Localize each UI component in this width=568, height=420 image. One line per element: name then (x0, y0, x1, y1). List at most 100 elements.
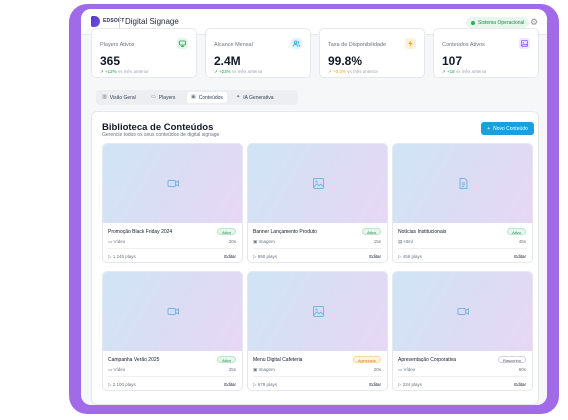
logo-text: EDSOFT (103, 18, 125, 24)
gear-icon[interactable]: ⚙ (529, 17, 539, 27)
edit-button[interactable]: Editar (224, 254, 236, 259)
tab-overview[interactable]: ▥ Visão Geral (98, 92, 140, 103)
content-type: ▭ Vídeo (108, 367, 126, 372)
status-badge: Rascunho (497, 356, 526, 363)
image-icon (313, 306, 324, 317)
tab-contents[interactable]: ▣ Conteúdos (187, 92, 227, 103)
stat-label: Taxa de Disponibilidade (328, 42, 387, 48)
tab-label: Conteúdos (198, 94, 223, 101)
stat-value: 2.4M (214, 54, 241, 68)
header-divider (119, 16, 120, 28)
divider (108, 248, 237, 249)
stat-change: ↗ +23% vs mês anterior (214, 69, 263, 74)
bolt-icon (405, 38, 416, 49)
image-icon: ▣ (191, 94, 196, 100)
new-content-label: Novo Conteúdo (493, 125, 528, 132)
content-title: Promoção Black Friday 2024 (108, 229, 173, 235)
status-badge: Ativo (507, 228, 526, 235)
stat-card-reach: Alcance Mensal 2.4M ↗ +23% vs mês anteri… (205, 28, 311, 78)
monitor-icon (177, 38, 188, 49)
monitor-icon: ▭ (151, 94, 156, 100)
app-window: EDSOFT Digital Signage Sistema Operacion… (81, 9, 547, 405)
content-thumbnail (393, 144, 532, 223)
stat-value: 99.8% (328, 54, 363, 68)
content-type: ▤ Html (398, 239, 413, 244)
tab-label: Visão Geral (109, 94, 136, 101)
video-icon (167, 308, 179, 315)
divider (108, 376, 237, 377)
content-card[interactable]: Banner Lançamento Produto Ativo ▣ Imagem… (247, 143, 388, 263)
content-duration: 15s (373, 239, 381, 244)
content-duration: 20s (228, 239, 236, 244)
play-count: ▷ 678 plays (253, 382, 277, 387)
system-status-badge: Sistema Operacional (466, 17, 530, 28)
image-icon (313, 178, 324, 189)
users-icon (291, 38, 302, 49)
content-title: Campanha Verão 2025 (108, 357, 160, 363)
sparkle-icon: ✦ (236, 94, 241, 100)
video-icon (457, 308, 469, 315)
edit-button[interactable]: Editar (369, 382, 381, 387)
play-count: ▷ 2.100 plays (108, 382, 136, 387)
stat-card-availability: Taxa de Disponibilidade 99.8% ↗ +0.2% vs… (319, 28, 425, 78)
status-badge: Ativo (217, 228, 236, 235)
content-title: Banner Lançamento Produto (253, 229, 317, 235)
edit-button[interactable]: Editar (369, 254, 381, 259)
library-subtitle: Gerencie todos os seus conteúdos de digi… (102, 132, 220, 138)
new-content-button[interactable]: + Novo Conteúdo (481, 122, 534, 135)
content-card[interactable]: Apresentação Corporativa Rascunho ▭ Víde… (392, 271, 533, 391)
stat-card-players: Players Ativos 365 ↗ +12% vs mês anterio… (91, 28, 197, 78)
play-count: ▷ 890 plays (253, 254, 277, 259)
content-duration: 20s (373, 367, 381, 372)
content-title: Menu Digital Cafeteria (253, 357, 303, 363)
divider (253, 248, 382, 249)
play-count: ▷ 234 plays (398, 382, 422, 387)
stat-change: ↗ +0.2% vs mês anterior (328, 69, 378, 74)
stat-change: ↗ +18 vs mês anterior (442, 69, 487, 74)
content-duration: 60s (518, 367, 526, 372)
content-type: ▣ Imagem (253, 239, 275, 244)
content-card[interactable]: Campanha Verão 2025 Ativo ▭ Vídeo 25s ▷ … (102, 271, 243, 391)
content-type: ▭ Vídeo (398, 367, 416, 372)
tab-players[interactable]: ▭ Players (147, 92, 179, 103)
play-count: ▷ 456 plays (398, 254, 422, 259)
content-thumbnail (103, 144, 242, 223)
stat-label: Alcance Mensal (214, 42, 253, 48)
app-title: Digital Signage (125, 17, 179, 26)
play-count: ▷ 1.245 plays (108, 254, 136, 259)
stat-label: Players Ativos (100, 42, 135, 48)
tab-label: Players (158, 94, 176, 101)
image-icon (519, 38, 530, 49)
stat-value: 107 (442, 54, 463, 68)
content-title: Notícias Institucionais (398, 229, 447, 235)
status-badge: Agendado (352, 356, 381, 363)
content-title: Apresentação Corporativa (398, 357, 457, 363)
content-card[interactable]: Menu Digital Cafeteria Agendado ▣ Imagem… (247, 271, 388, 391)
stat-change: ↗ +12% vs mês anterior (100, 69, 149, 74)
status-dot-icon (471, 20, 475, 25)
status-badge: Ativo (217, 356, 236, 363)
content-duration: 25s (228, 367, 236, 372)
status-text: Sistema Operacional (478, 19, 525, 26)
divider (398, 248, 527, 249)
tab-bar: ▥ Visão Geral ▭ Players ▣ Conteúdos ✦ IA… (96, 90, 298, 105)
edit-button[interactable]: Editar (224, 382, 236, 387)
edit-button[interactable]: Editar (514, 254, 526, 259)
content-card[interactable]: Notícias Institucionais Ativo ▤ Html 45s… (392, 143, 533, 263)
content-thumbnail (393, 272, 532, 351)
status-badge: Ativo (362, 228, 381, 235)
video-icon (167, 180, 179, 187)
stat-value: 365 (100, 54, 121, 68)
tab-label: IA Generativa (243, 94, 274, 101)
document-icon (459, 178, 468, 189)
plus-icon: + (487, 125, 491, 132)
content-card[interactable]: Promoção Black Friday 2024 Ativo ▭ Vídeo… (102, 143, 243, 263)
content-library: Biblioteca de Conteúdos Gerencie todos o… (91, 111, 539, 405)
tab-generative-ai[interactable]: ✦ IA Generativa (232, 92, 278, 103)
stat-card-contents: Conteúdos Ativos 107 ↗ +18 vs mês anteri… (433, 28, 539, 78)
stat-label: Conteúdos Ativos (442, 42, 485, 48)
content-duration: 45s (518, 239, 526, 244)
content-type: ▭ Vídeo (108, 239, 126, 244)
chart-icon: ▥ (102, 94, 107, 100)
edit-button[interactable]: Editar (514, 382, 526, 387)
